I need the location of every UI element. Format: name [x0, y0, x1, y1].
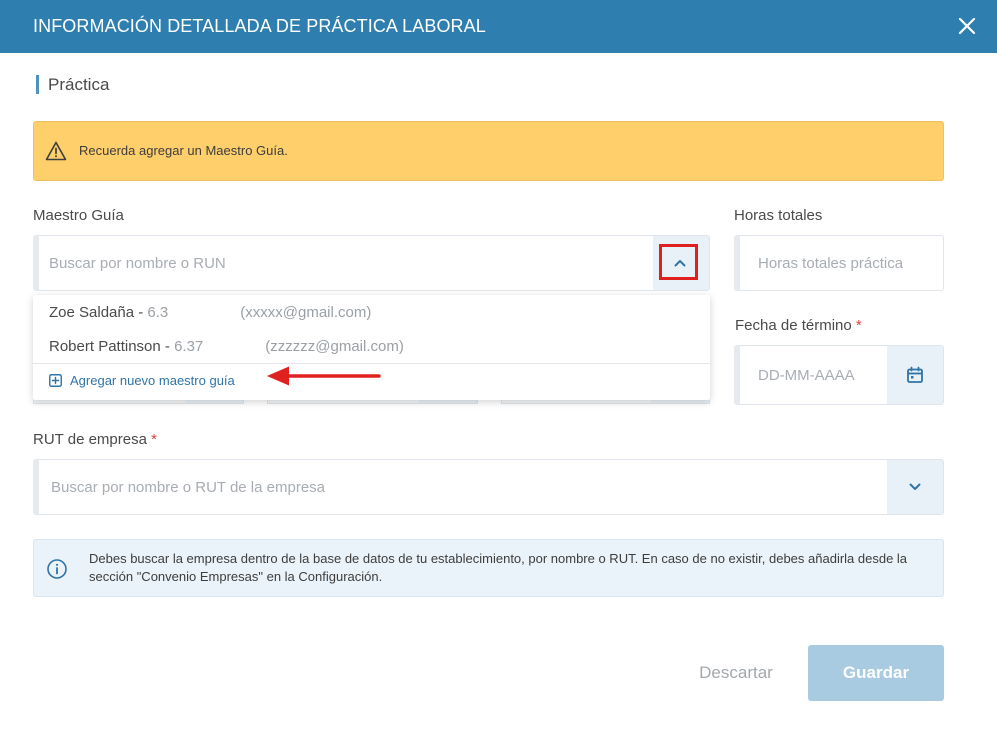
- save-button[interactable]: Guardar: [808, 645, 944, 701]
- horas-totales-input[interactable]: Horas totales práctica: [758, 255, 903, 272]
- calendar-button[interactable]: [887, 346, 943, 404]
- modal-title: INFORMACIÓN DETALLADA DE PRÁCTICA LABORA…: [33, 16, 486, 36]
- plus-square-icon: [49, 374, 62, 387]
- discard-button[interactable]: Descartar: [690, 663, 782, 683]
- section-title: Práctica: [36, 75, 109, 94]
- dropdown-divider: [33, 363, 710, 364]
- maestro-guia-select[interactable]: Buscar por nombre o RUN: [33, 235, 710, 291]
- maestro-guia-input[interactable]: Buscar por nombre o RUN: [49, 255, 226, 272]
- info-box: Debes buscar la empresa dentro de la bas…: [33, 539, 944, 597]
- fecha-termino-field[interactable]: DD-MM-AAAA: [734, 345, 944, 405]
- info-icon: [47, 559, 67, 579]
- maestro-guia-toggle[interactable]: [653, 236, 709, 290]
- warning-icon: [45, 141, 67, 161]
- chevron-down-icon: [909, 483, 921, 490]
- fecha-termino-input[interactable]: DD-MM-AAAA: [758, 367, 855, 384]
- fecha-termino-label: Fecha de término *: [735, 317, 862, 334]
- close-icon: [958, 17, 976, 35]
- maestro-guia-label: Maestro Guía: [33, 207, 124, 224]
- dropdown-option[interactable]: Robert Pattinson - 6.37 (zzzzzz@gmail.com…: [49, 338, 404, 355]
- add-maestro-guia-link[interactable]: Agregar nuevo maestro guía: [49, 373, 235, 388]
- info-text: Debes buscar la empresa dentro de la bas…: [89, 551, 908, 584]
- rut-empresa-label: RUT de empresa *: [33, 431, 157, 448]
- horas-totales-field[interactable]: Horas totales práctica: [734, 235, 944, 291]
- calendar-icon: [907, 366, 923, 383]
- annotation-arrow: [267, 366, 381, 386]
- maestro-guia-dropdown: Zoe Saldaña - 6.3 (xxxxx@gmail.com) Rober…: [33, 295, 710, 400]
- dropdown-option[interactable]: Zoe Saldaña - 6.3 (xxxxx@gmail.com): [49, 304, 371, 321]
- modal-header: INFORMACIÓN DETALLADA DE PRÁCTICA LABORA…: [0, 0, 997, 53]
- rut-empresa-toggle[interactable]: [887, 460, 943, 514]
- rut-empresa-select[interactable]: Buscar por nombre o RUT de la empresa: [33, 459, 944, 515]
- warning-alert: Recuerda agregar un Maestro Guía.: [33, 121, 944, 181]
- chevron-up-icon: [674, 260, 686, 267]
- horas-totales-label: Horas totales: [734, 207, 823, 224]
- alert-text: Recuerda agregar un Maestro Guía.: [79, 143, 288, 158]
- rut-empresa-input[interactable]: Buscar por nombre o RUT de la empresa: [51, 479, 325, 496]
- close-button[interactable]: [955, 14, 979, 38]
